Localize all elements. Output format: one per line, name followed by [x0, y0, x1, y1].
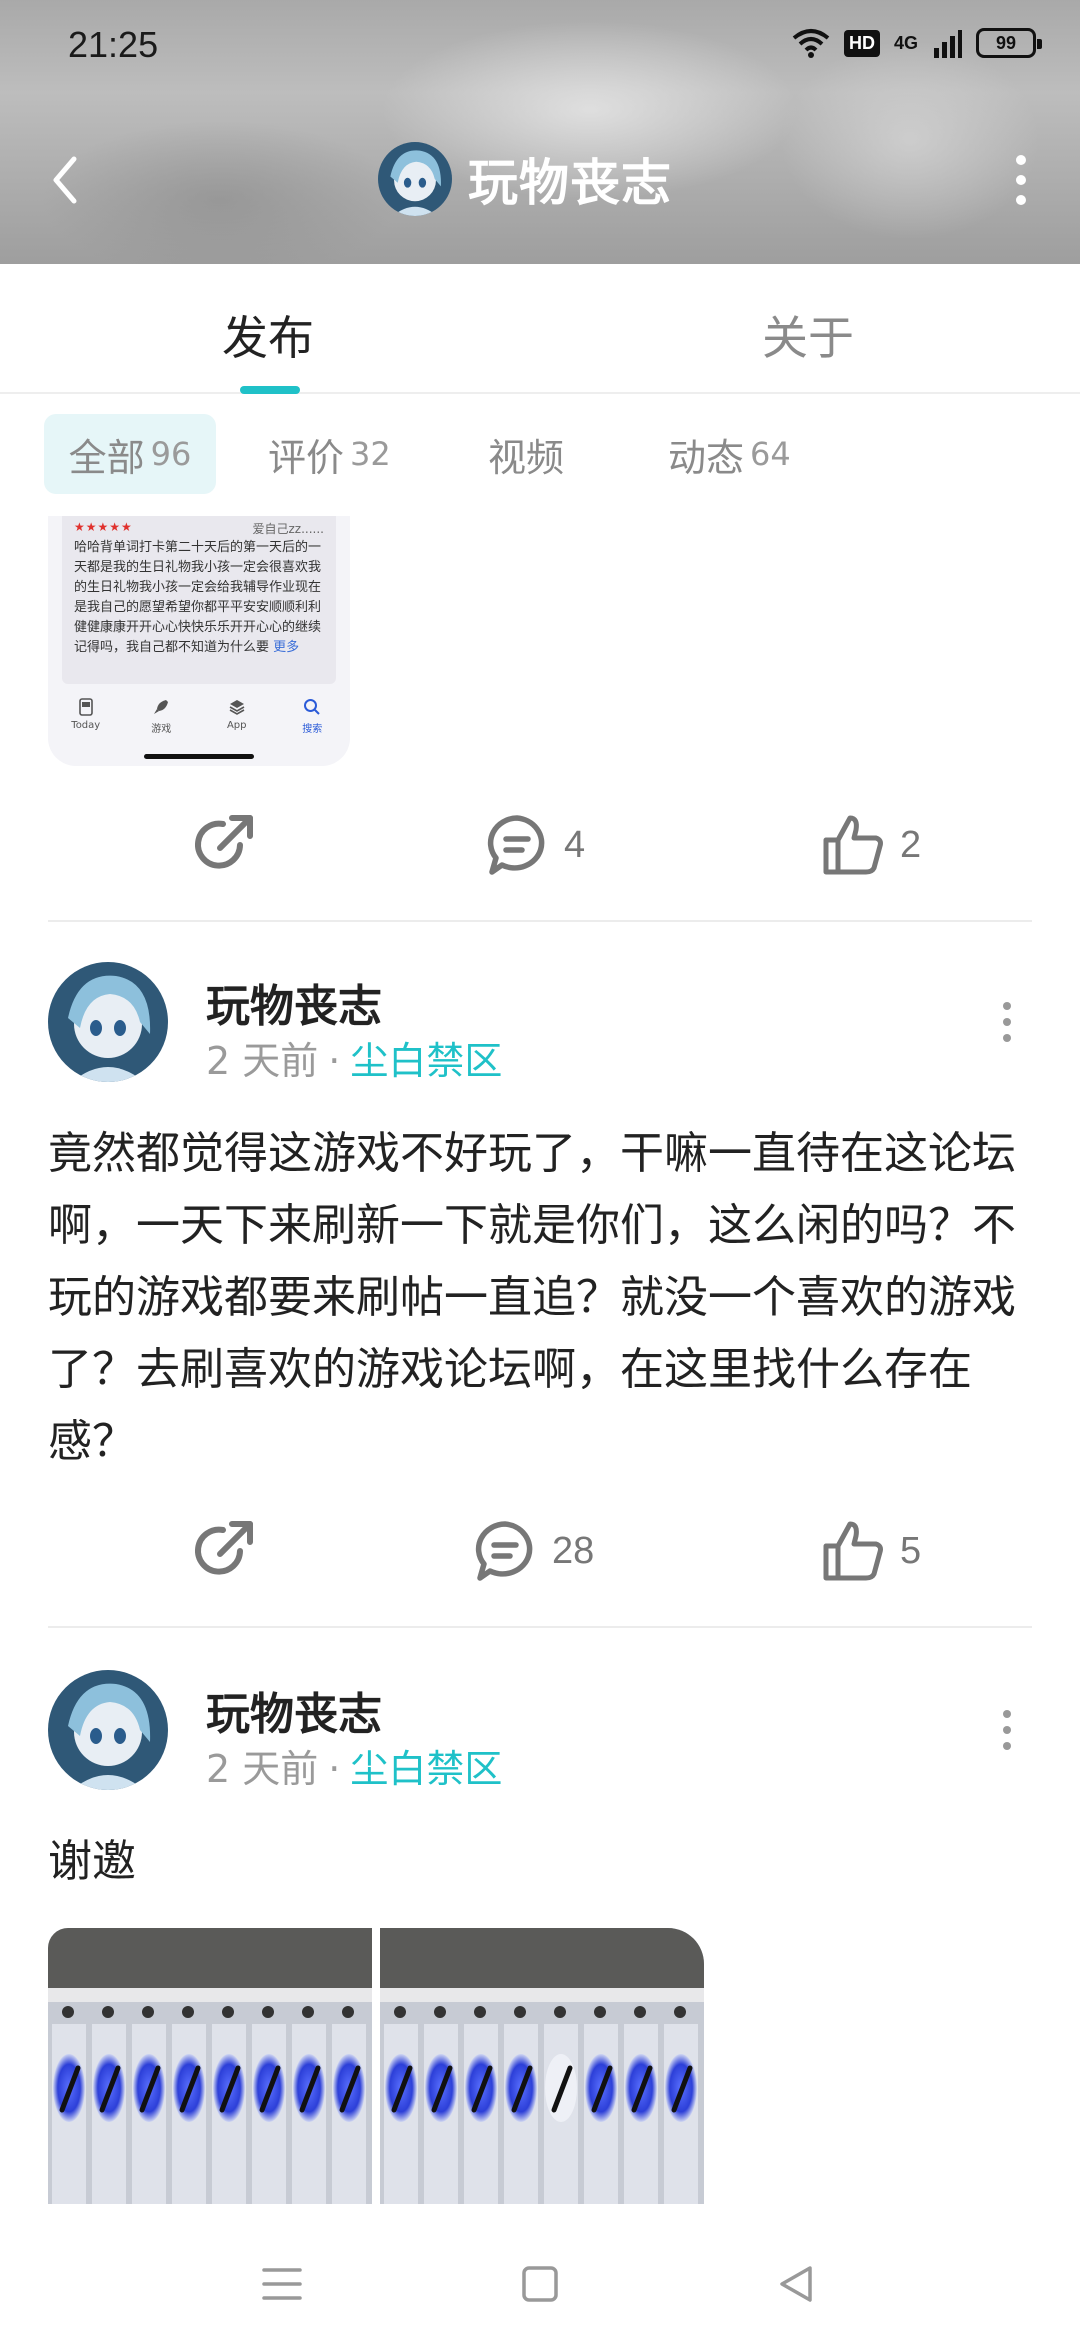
like-button[interactable]: 5	[820, 1506, 921, 1596]
chevron-left-icon	[53, 156, 77, 204]
filter-bar: 全部 96 评价 32 视频 动态 64	[0, 396, 1080, 516]
post-header: 玩物丧志 2 天前 · 尘白禁区	[48, 1670, 1032, 1800]
profile-header: 21:25 HD 4G 99 玩物丧志	[0, 0, 1080, 264]
more-options-button[interactable]	[1006, 150, 1036, 210]
post-divider	[48, 920, 1032, 922]
nav-recents-button[interactable]	[252, 2254, 312, 2314]
avatar[interactable]	[48, 962, 168, 1082]
author-name[interactable]: 玩物丧志	[206, 970, 382, 1034]
triangle-back-icon	[780, 2266, 812, 2302]
post-more-button[interactable]	[1000, 1002, 1014, 1042]
embedded-nav-games: 游戏	[131, 692, 191, 752]
vertical-dots-icon	[1003, 1002, 1011, 1010]
thumbs-up-icon	[823, 815, 883, 875]
wifi-icon	[792, 29, 830, 58]
post-actions: 4 2	[0, 800, 1080, 890]
embedded-username: 爱自己zz......	[252, 522, 325, 536]
nav-home-button[interactable]	[510, 2254, 570, 2314]
post-header: 玩物丧志 2 天前 · 尘白禁区	[48, 962, 1032, 1092]
post-image-screenshot[interactable]: ★★★★★ 爱自己zz...... 哈哈背单词打卡第二十天后的第一天后的一天都是…	[48, 516, 350, 766]
post-time: 2 天前	[206, 1039, 319, 1083]
header-title: 玩物丧志	[468, 154, 672, 212]
like-button[interactable]: 2	[820, 800, 921, 890]
post-more-button[interactable]	[1000, 1710, 1014, 1750]
post-image[interactable]	[380, 1928, 704, 2204]
search-icon	[304, 699, 320, 715]
embedded-stars: ★★★★★	[74, 520, 133, 534]
thumbs-up-icon	[823, 1521, 883, 1581]
header-avatar	[378, 142, 452, 216]
system-nav-bar	[0, 2224, 1080, 2340]
post-text[interactable]: 竟然都觉得这游戏不好玩了，干嘛一直待在这论坛啊，一天下来刷新一下就是你们，这么闲…	[48, 1118, 1038, 1478]
filter-moments[interactable]: 动态 64	[668, 414, 791, 494]
vertical-dots-icon	[1003, 1710, 1011, 1718]
comment-icon	[487, 815, 545, 875]
status-time: 21:25	[68, 24, 159, 65]
status-icons: HD 4G 99	[792, 28, 1042, 58]
comment-count: 28	[552, 1529, 595, 1572]
tab-about[interactable]: 关于	[762, 302, 854, 368]
post-actions: 28 5	[0, 1506, 1080, 1596]
rocket-icon	[154, 700, 169, 714]
signal-icon	[934, 30, 962, 58]
author-name[interactable]: 玩物丧志	[206, 1678, 382, 1742]
embedded-home-indicator	[144, 754, 254, 759]
comment-icon	[475, 1521, 533, 1581]
post-images	[48, 1928, 704, 2204]
embedded-nav-search: 搜索	[282, 692, 342, 752]
post-meta: 2 天前 · 尘白禁区	[206, 1039, 503, 1083]
header-title-group: 玩物丧志	[378, 142, 672, 216]
comment-button[interactable]: 28	[472, 1506, 594, 1596]
like-count: 5	[900, 1529, 922, 1572]
app-stack-icon	[229, 700, 245, 715]
share-icon	[195, 815, 253, 869]
battery-indicator: 99	[976, 28, 1042, 58]
post-meta: 2 天前 · 尘白禁区	[206, 1747, 503, 1791]
network-label: 4G	[893, 32, 918, 53]
active-tab-indicator	[240, 386, 300, 394]
tab-publish[interactable]: 发布	[222, 302, 314, 368]
embedded-tab-bar: Today 游戏 App 搜索	[48, 692, 350, 752]
embedded-nav-app: App	[207, 692, 267, 752]
more-dots-icon	[1016, 155, 1026, 165]
nav-back-button[interactable]	[766, 2254, 826, 2314]
main-tabs: 发布 关于	[0, 264, 1080, 394]
share-button[interactable]	[190, 800, 256, 890]
back-button[interactable]	[40, 150, 90, 210]
post-time: 2 天前	[206, 1747, 319, 1791]
avatar[interactable]	[48, 1670, 168, 1790]
share-button[interactable]	[190, 1506, 256, 1596]
filter-all[interactable]: 全部 96	[44, 414, 216, 494]
menu-icon	[262, 2268, 302, 2300]
embedded-review-text: 哈哈背单词打卡第二十天后的第一天后的一天都是我的生日礼物我小孩一定会很喜欢我的生…	[74, 540, 322, 655]
post-divider	[48, 1626, 1032, 1628]
hd-badge: HD	[843, 29, 880, 57]
forum-link[interactable]: 尘白禁区	[350, 1039, 502, 1083]
square-icon	[522, 2266, 558, 2302]
post-text[interactable]: 谢邀	[48, 1826, 1038, 1898]
embedded-nav-today: Today	[56, 692, 116, 752]
filter-videos[interactable]: 视频	[488, 414, 564, 494]
post-image[interactable]	[48, 1928, 372, 2204]
filter-reviews[interactable]: 评价 32	[268, 414, 391, 494]
forum-link[interactable]: 尘白禁区	[350, 1747, 502, 1791]
like-count: 2	[900, 823, 922, 866]
share-icon	[195, 1521, 253, 1575]
comment-count: 4	[564, 823, 586, 866]
today-icon	[78, 698, 93, 716]
comment-button[interactable]: 4	[484, 800, 585, 890]
